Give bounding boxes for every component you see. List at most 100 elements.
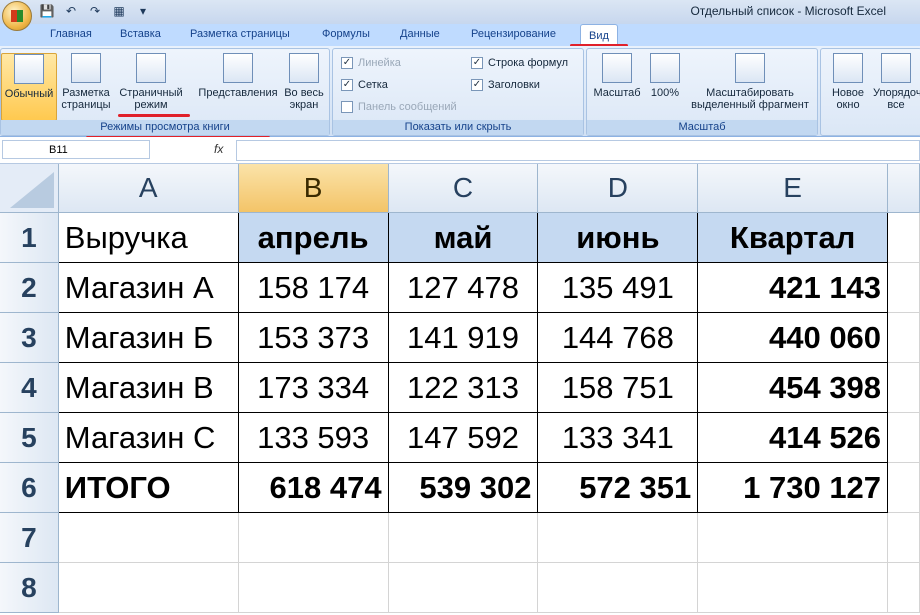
cell-b8[interactable] bbox=[238, 562, 389, 613]
cell-d3[interactable]: 144 768 bbox=[537, 312, 699, 363]
column-header-e[interactable]: E bbox=[697, 164, 889, 213]
arrange-all-button[interactable]: Упорядочить все bbox=[873, 53, 920, 111]
select-all-corner[interactable] bbox=[0, 164, 59, 213]
cell-a2[interactable]: Магазин А bbox=[58, 262, 239, 313]
cell-c6[interactable]: 539 302 bbox=[388, 462, 539, 513]
row-header-1[interactable]: 1 bbox=[0, 212, 59, 263]
cell-c1[interactable]: май bbox=[388, 212, 539, 263]
cell-b6[interactable]: 618 474 bbox=[238, 462, 389, 513]
new-window-button[interactable]: Новое окно bbox=[825, 53, 871, 111]
undo-icon[interactable]: ↶ bbox=[62, 3, 80, 19]
tab-review[interactable]: Рецензирование bbox=[471, 28, 556, 40]
zoom-label: Масштаб bbox=[593, 87, 641, 99]
group-workbook-views-label: Режимы просмотра книги bbox=[1, 120, 329, 135]
cell-e6[interactable]: 1 730 127 bbox=[697, 462, 889, 513]
cell-f1[interactable] bbox=[887, 212, 920, 263]
cell-a3[interactable]: Магазин Б bbox=[58, 312, 239, 363]
cell-f8[interactable] bbox=[887, 562, 920, 613]
cell-c7[interactable] bbox=[388, 512, 539, 563]
cell-e1[interactable]: Квартал bbox=[697, 212, 889, 263]
column-header-c[interactable]: C bbox=[388, 164, 539, 213]
cell-a5[interactable]: Магазин С bbox=[58, 412, 239, 463]
cell-a1[interactable]: Выручка bbox=[58, 212, 239, 263]
cell-f7[interactable] bbox=[887, 512, 920, 563]
custom-views-button[interactable]: Представления bbox=[195, 53, 281, 99]
column-header-a[interactable]: A bbox=[58, 164, 239, 213]
gridlines-checkbox[interactable]: ✓ Сетка bbox=[341, 79, 388, 91]
zoom-100-button[interactable]: 100% bbox=[645, 53, 685, 99]
formula-bar-checkbox[interactable]: ✓ Строка формул bbox=[471, 57, 568, 69]
column-header-f[interactable] bbox=[887, 164, 920, 213]
group-window: Новое окно Упорядочить все bbox=[820, 48, 920, 136]
cell-e4[interactable]: 454 398 bbox=[697, 362, 889, 413]
cell-c8[interactable] bbox=[388, 562, 539, 613]
tab-home[interactable]: Главная bbox=[50, 28, 92, 40]
page-break-view-button[interactable]: Страничный режим bbox=[115, 53, 187, 111]
insert-function-icon[interactable]: fx bbox=[214, 142, 223, 156]
cell-e5[interactable]: 414 526 bbox=[697, 412, 889, 463]
cell-c5[interactable]: 147 592 bbox=[388, 412, 539, 463]
row-header-6[interactable]: 6 bbox=[0, 462, 59, 513]
cell-f6[interactable] bbox=[887, 462, 920, 513]
cell-f2[interactable] bbox=[887, 262, 920, 313]
cell-a4[interactable]: Магазин В bbox=[58, 362, 239, 413]
cell-d7[interactable] bbox=[537, 512, 699, 563]
cell-e2[interactable]: 421 143 bbox=[697, 262, 889, 313]
headings-checkbox[interactable]: ✓ Заголовки bbox=[471, 79, 540, 91]
cell-b4[interactable]: 173 334 bbox=[238, 362, 389, 413]
full-screen-button[interactable]: Во весь экран bbox=[281, 53, 327, 111]
row-header-4[interactable]: 4 bbox=[0, 362, 59, 413]
tab-insert[interactable]: Вставка bbox=[120, 28, 161, 40]
cell-c3[interactable]: 141 919 bbox=[388, 312, 539, 363]
cell-f3[interactable] bbox=[887, 312, 920, 363]
cell-b1[interactable]: апрель bbox=[238, 212, 389, 263]
column-header-b[interactable]: B bbox=[238, 164, 389, 213]
message-bar-checkbox[interactable]: Панель сообщений bbox=[341, 101, 457, 113]
page-layout-view-button[interactable]: Разметка страницы bbox=[59, 53, 113, 111]
zoom-selection-button[interactable]: Масштабировать выделенный фрагмент bbox=[687, 53, 813, 111]
row-header-3[interactable]: 3 bbox=[0, 312, 59, 363]
redo-icon[interactable]: ↷ bbox=[86, 3, 104, 19]
ruler-label: Линейка bbox=[358, 57, 401, 69]
cell-b5[interactable]: 133 593 bbox=[238, 412, 389, 463]
page-layout-icon bbox=[71, 53, 101, 83]
cell-d6[interactable]: 572 351 bbox=[537, 462, 699, 513]
tab-data[interactable]: Данные bbox=[400, 28, 440, 40]
cell-d4[interactable]: 158 751 bbox=[537, 362, 699, 413]
cell-a6[interactable]: ИТОГО bbox=[58, 462, 239, 513]
row-header-2[interactable]: 2 bbox=[0, 262, 59, 313]
cell-f5[interactable] bbox=[887, 412, 920, 463]
cell-a7[interactable] bbox=[58, 512, 239, 563]
ruler-checkbox[interactable]: ✓ Линейка bbox=[341, 57, 401, 69]
cell-e7[interactable] bbox=[697, 512, 889, 563]
cell-b3[interactable]: 153 373 bbox=[238, 312, 389, 363]
view-icon[interactable]: ▦ bbox=[110, 3, 128, 19]
save-icon[interactable]: 💾 bbox=[38, 3, 56, 19]
tab-formulas[interactable]: Формулы bbox=[322, 28, 370, 40]
row-header-7[interactable]: 7 bbox=[0, 512, 59, 563]
name-box[interactable]: B11 bbox=[2, 140, 150, 159]
column-header-d[interactable]: D bbox=[537, 164, 699, 213]
office-button[interactable] bbox=[2, 1, 32, 31]
zoom-100-icon bbox=[650, 53, 680, 83]
zoom-button[interactable]: Масштаб bbox=[591, 53, 643, 99]
formula-input[interactable] bbox=[236, 140, 920, 161]
cell-a8[interactable] bbox=[58, 562, 239, 613]
cell-d1[interactable]: июнь bbox=[537, 212, 699, 263]
cell-d5[interactable]: 133 341 bbox=[537, 412, 699, 463]
cell-d2[interactable]: 135 491 bbox=[537, 262, 699, 313]
row-header-5[interactable]: 5 bbox=[0, 412, 59, 463]
cell-d8[interactable] bbox=[537, 562, 699, 613]
cell-e3[interactable]: 440 060 bbox=[697, 312, 889, 363]
cell-f4[interactable] bbox=[887, 362, 920, 413]
row-header-8[interactable]: 8 bbox=[0, 562, 59, 613]
cell-b2[interactable]: 158 174 bbox=[238, 262, 389, 313]
cell-b7[interactable] bbox=[238, 512, 389, 563]
cell-c2[interactable]: 127 478 bbox=[388, 262, 539, 313]
tab-page-layout[interactable]: Разметка страницы bbox=[190, 28, 290, 40]
cell-c4[interactable]: 122 313 bbox=[388, 362, 539, 413]
normal-view-button[interactable]: Обычный bbox=[1, 53, 57, 121]
customize-qat-icon[interactable]: ▾ bbox=[134, 3, 152, 19]
group-show-hide: ✓ Линейка ✓ Сетка Панель сообщений ✓ Строка… bbox=[332, 48, 584, 136]
cell-e8[interactable] bbox=[697, 562, 889, 613]
